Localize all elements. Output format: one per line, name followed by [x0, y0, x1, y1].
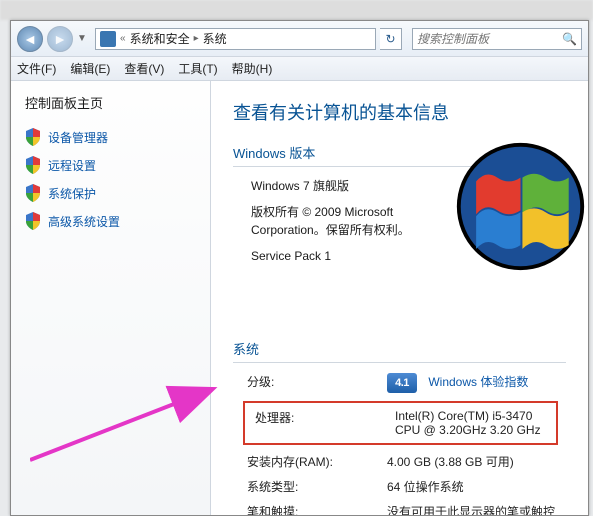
row-pen-touch: 笔和触摸: 没有可用于此显示器的笔或触控输入: [247, 503, 566, 515]
sidebar-item-device-manager[interactable]: 设备管理器: [25, 128, 196, 146]
menu-file[interactable]: 文件(F): [17, 60, 56, 77]
menu-bar: 文件(F) 编辑(E) 查看(V) 工具(T) 帮助(H): [11, 57, 588, 81]
search-icon: 🔍: [562, 32, 577, 46]
breadcrumb-segment[interactable]: 系统和安全: [130, 30, 190, 47]
copyright-text: 版权所有 © 2009 Microsoft Corporation。保留所有权利…: [251, 203, 441, 239]
system-window: ◄ ► ▼ « 系统和安全 ▸ 系统 ↻ 🔍 文件(F) 编辑(E) 查看(V)…: [10, 20, 589, 516]
sidebar-item-system-protection[interactable]: 系统保护: [25, 184, 196, 202]
label-rating: 分级:: [247, 373, 387, 390]
control-panel-home-link[interactable]: 控制面板主页: [25, 93, 196, 112]
menu-tools[interactable]: 工具(T): [178, 60, 217, 77]
refresh-button[interactable]: ↻: [380, 28, 402, 50]
value-processor: Intel(R) Core(TM) i5-3470 CPU @ 3.20GHz …: [395, 409, 550, 437]
shield-icon: [25, 184, 41, 202]
section-system: 系统: [233, 339, 566, 358]
rating-badge: 4.1: [387, 373, 417, 393]
shield-icon: [25, 212, 41, 230]
menu-help[interactable]: 帮助(H): [232, 60, 273, 77]
control-panel-icon: [100, 31, 116, 47]
sidebar-item-label: 设备管理器: [48, 129, 108, 146]
shield-icon: [25, 128, 41, 146]
nav-history-chevron[interactable]: ▼: [77, 33, 91, 44]
search-box[interactable]: 🔍: [412, 28, 582, 50]
row-system-type: 系统类型: 64 位操作系统: [247, 478, 566, 495]
value-ram: 4.00 GB (3.88 GB 可用): [387, 453, 566, 470]
page-title: 查看有关计算机的基本信息: [233, 99, 566, 125]
row-rating: 分级: 4.1 Windows 体验指数: [247, 373, 566, 393]
sidebar-item-label: 远程设置: [48, 157, 96, 174]
divider: [233, 362, 566, 363]
address-bar[interactable]: « 系统和安全 ▸ 系统: [95, 28, 376, 50]
sidebar-item-remote-settings[interactable]: 远程设置: [25, 156, 196, 174]
value-system-type: 64 位操作系统: [387, 478, 566, 495]
sidebar-item-label: 高级系统设置: [48, 213, 120, 230]
breadcrumb-segment[interactable]: 系统: [203, 30, 227, 47]
search-input[interactable]: [417, 32, 558, 46]
sidebar: 控制面板主页 设备管理器 远程设置 系统保护 高级系统设置: [11, 81, 211, 515]
menu-edit[interactable]: 编辑(E): [70, 60, 110, 77]
chevron-right-icon: ▸: [194, 33, 199, 44]
sidebar-item-label: 系统保护: [48, 185, 96, 202]
value-pen-touch: 没有可用于此显示器的笔或触控输入: [387, 503, 566, 515]
row-processor: 处理器: Intel(R) Core(TM) i5-3470 CPU @ 3.2…: [255, 409, 550, 437]
forward-button[interactable]: ►: [47, 26, 73, 52]
label-processor: 处理器:: [255, 409, 395, 426]
nav-bar: ◄ ► ▼ « 系统和安全 ▸ 系统 ↻ 🔍: [11, 21, 588, 57]
label-pen-touch: 笔和触摸:: [247, 503, 387, 515]
row-ram: 安装内存(RAM): 4.00 GB (3.88 GB 可用): [247, 453, 566, 470]
shield-icon: [25, 156, 41, 174]
windows-logo-icon: [453, 139, 588, 274]
chevron-right-icon: «: [120, 33, 126, 44]
label-system-type: 系统类型:: [247, 478, 387, 495]
sidebar-item-advanced-settings[interactable]: 高级系统设置: [25, 212, 196, 230]
content-pane: 查看有关计算机的基本信息 Windows 版本 Windows 7 旗舰版 版权…: [211, 81, 588, 515]
menu-view[interactable]: 查看(V): [124, 60, 164, 77]
label-ram: 安装内存(RAM):: [247, 453, 387, 470]
back-button[interactable]: ◄: [17, 26, 43, 52]
windows-experience-index-link[interactable]: Windows 体验指数: [428, 375, 528, 389]
highlight-box: 处理器: Intel(R) Core(TM) i5-3470 CPU @ 3.2…: [243, 401, 558, 445]
